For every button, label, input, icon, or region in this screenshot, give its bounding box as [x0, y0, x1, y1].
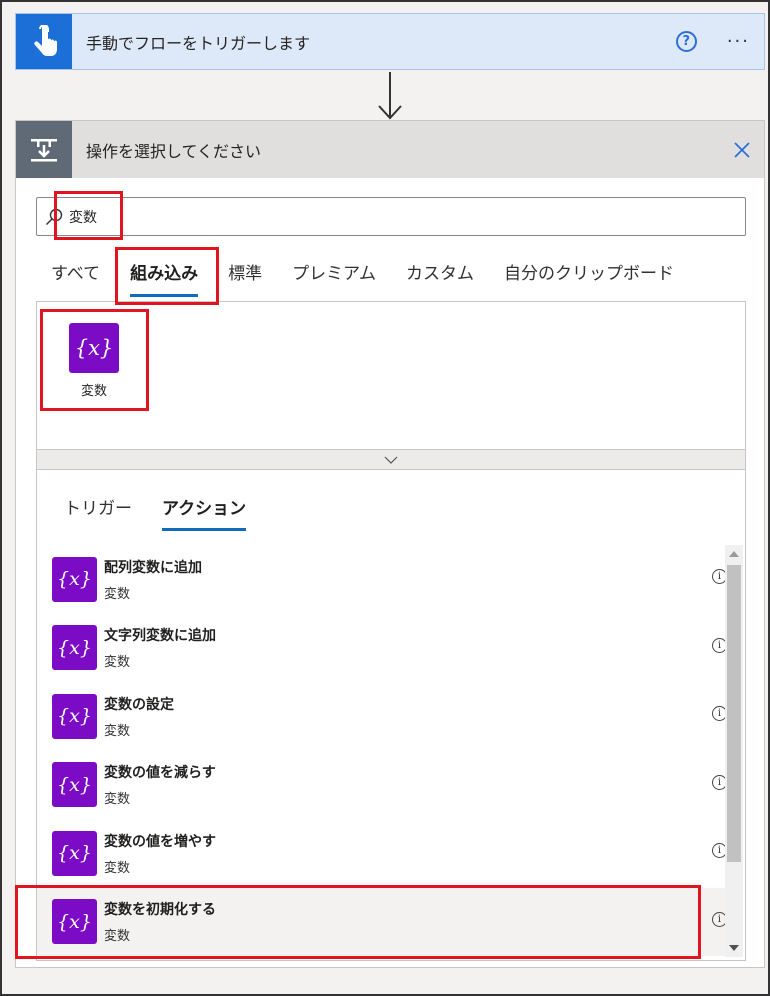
choose-operation-card: 操作を選択してください 変数 すべて 組み込み 標準 プレミアム カスタム 自分…: [15, 120, 765, 968]
search-value[interactable]: 変数: [69, 207, 97, 227]
variable-icon: {x}: [52, 556, 97, 602]
variable-icon: {x}: [52, 693, 97, 739]
action-title: 操作を選択してください: [86, 141, 262, 161]
tab-builtin[interactable]: 組み込み: [115, 254, 213, 302]
hand-touch-icon: [16, 14, 72, 69]
tab-standard[interactable]: 標準: [213, 254, 277, 302]
action-list-scrollbar[interactable]: [725, 545, 743, 957]
action-item-append-to-string[interactable]: {x} 文字列変数に追加 変数 i: [37, 614, 727, 683]
action-item-set-variable[interactable]: {x} 変数の設定 変数 i: [37, 682, 727, 751]
action-title: 変数の値を増やす: [104, 833, 216, 850]
action-connector: 変数: [104, 860, 131, 876]
action-connector: 変数: [104, 723, 131, 739]
scroll-thumb[interactable]: [727, 565, 741, 862]
action-title: 文字列変数に追加: [104, 628, 216, 645]
search-icon: [46, 208, 63, 225]
action-list: {x} 配列変数に追加 変数 i {x} 文字列変数に追加 変数 i {x} 変…: [37, 545, 727, 956]
tab-all[interactable]: すべて: [36, 254, 115, 302]
action-title: 変数を初期化する: [104, 902, 216, 919]
action-item-decrement-variable[interactable]: {x} 変数の値を減らす 変数 i: [37, 751, 727, 820]
action-header: 操作を選択してください: [16, 121, 764, 178]
tab-triggers[interactable]: トリガー: [49, 489, 147, 531]
flow-designer: 手動でフローをトリガーします ? ··· 操作を選択してください 変数 すべて …: [0, 0, 770, 996]
tab-custom[interactable]: カスタム: [391, 254, 489, 302]
action-connector: 変数: [104, 655, 131, 671]
action-item-append-to-array[interactable]: {x} 配列変数に追加 変数 i: [37, 545, 727, 614]
action-title: 変数の値を減らす: [104, 765, 216, 782]
variable-icon: {x}: [69, 323, 119, 373]
search-input[interactable]: 変数: [36, 197, 746, 236]
operation-icon: [16, 121, 72, 178]
variable-icon: {x}: [52, 830, 97, 876]
action-title: 変数の設定: [104, 696, 174, 713]
question-circle-icon[interactable]: ?: [675, 31, 697, 52]
action-title: 配列変数に追加: [104, 559, 202, 576]
action-item-initialize-variable[interactable]: {x} 変数を初期化する 変数 i: [37, 887, 727, 956]
tab-my-clipboard[interactable]: 自分のクリップボード: [489, 254, 689, 302]
operation-type-tabs: トリガー アクション: [49, 489, 261, 531]
tab-premium[interactable]: プレミアム: [277, 254, 391, 302]
action-item-increment-variable[interactable]: {x} 変数の値を増やす 変数 i: [37, 819, 727, 888]
tab-actions[interactable]: アクション: [147, 489, 261, 531]
action-connector: 変数: [104, 792, 131, 808]
category-tabs: すべて 組み込み 標準 プレミアム カスタム 自分のクリップボード: [36, 254, 689, 302]
action-connector: 変数: [104, 586, 131, 602]
variable-icon: {x}: [52, 625, 97, 671]
connector-label: 変数: [80, 384, 107, 399]
connector-variables[interactable]: {x} 変数: [64, 323, 124, 399]
operations-panel: トリガー アクション {x} 配列変数に追加 変数 i {x} 文字列変数に追加: [36, 469, 746, 961]
trigger-title: 手動でフローをトリガーします: [86, 33, 311, 53]
more-ellipsis-icon[interactable]: ···: [727, 32, 750, 51]
expand-toggle[interactable]: [36, 449, 746, 470]
variable-icon: {x}: [52, 762, 97, 808]
scroll-down-icon[interactable]: [729, 945, 739, 951]
variable-icon: {x}: [52, 899, 97, 945]
chevron-down-icon: [384, 456, 398, 464]
close-icon[interactable]: [732, 140, 752, 160]
down-arrow-icon: [378, 72, 402, 120]
action-connector: 変数: [104, 929, 131, 945]
trigger-card[interactable]: 手動でフローをトリガーします ? ···: [15, 13, 765, 70]
scroll-up-icon[interactable]: [729, 551, 739, 557]
connector-list: {x} 変数: [36, 301, 746, 451]
